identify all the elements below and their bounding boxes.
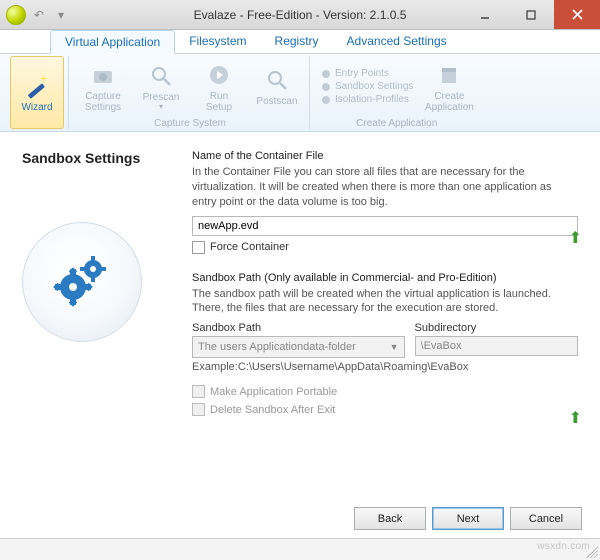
ribbon-create-application: Create Application xyxy=(421,56,477,117)
ribbon-run-setup: Run Setup xyxy=(191,56,247,117)
camera-gear-icon xyxy=(89,61,117,89)
ribbon-capture-settings: Capture Settings xyxy=(75,56,131,117)
magnifier-check-icon xyxy=(263,66,291,94)
sandbox-path-select: The users Applicationdata-folder ▼ xyxy=(192,336,405,358)
wand-icon xyxy=(23,72,51,100)
container-description: In the Container File you can store all … xyxy=(192,165,578,210)
play-icon xyxy=(205,61,233,89)
qat-dropdown-icon[interactable]: ▾ xyxy=(52,6,70,24)
tab-registry[interactable]: Registry xyxy=(261,30,333,53)
wizard-left-pane: Sandbox Settings xyxy=(22,150,192,492)
subdirectory-label: Subdirectory xyxy=(415,322,578,334)
wizard-page: Sandbox Settings Name of the Container F… xyxy=(0,132,600,502)
chevron-down-icon: ▾ xyxy=(159,103,163,112)
example-path: Example:C:\Users\Username\AppData\Roamin… xyxy=(192,361,578,373)
titlebar: ↶ ▾ Evalaze - Free-Edition - Version: 2.… xyxy=(0,0,600,30)
close-button[interactable] xyxy=(554,0,600,29)
app-icon xyxy=(6,5,26,25)
container-title: Name of the Container File xyxy=(192,150,578,162)
box-icon xyxy=(435,61,463,89)
ribbon: Wizard Capture Settings Prescan ▾ Run Se… xyxy=(0,54,600,132)
ribbon-group-create-app: Create Application xyxy=(356,117,437,129)
ribbon-sandbox-settings: Sandbox Settings xyxy=(322,81,413,92)
next-button[interactable]: Next xyxy=(432,507,504,530)
force-container-checkbox[interactable] xyxy=(192,241,205,254)
tab-filesystem[interactable]: Filesystem xyxy=(175,30,260,53)
move-up-icon[interactable]: ⬆ xyxy=(569,228,582,248)
cancel-button[interactable]: Cancel xyxy=(510,507,582,530)
ribbon-group-capture: Capture System xyxy=(154,117,226,129)
tab-advanced-settings[interactable]: Advanced Settings xyxy=(333,30,461,53)
sandbox-path-label: Sandbox Path xyxy=(192,322,405,334)
resize-grip[interactable] xyxy=(586,546,598,558)
wizard-buttons: Back Next Cancel xyxy=(354,507,582,530)
page-illustration xyxy=(22,222,142,342)
bullet-icon xyxy=(322,83,330,91)
subdirectory-input xyxy=(415,336,578,356)
bullet-icon xyxy=(322,96,330,104)
ribbon-tabs: Virtual Application Filesystem Registry … xyxy=(0,30,600,54)
page-heading: Sandbox Settings xyxy=(22,150,192,166)
ribbon-create-options: Entry Points Sandbox Settings Isolation-… xyxy=(316,56,419,117)
tab-virtual-application[interactable]: Virtual Application xyxy=(50,30,175,54)
quick-access-toolbar: ↶ ▾ xyxy=(0,5,70,25)
move-up-icon[interactable]: ⬆ xyxy=(569,408,582,428)
ribbon-isolation-profiles: Isolation-Profiles xyxy=(322,94,413,105)
ribbon-entry-points: Entry Points xyxy=(322,68,413,79)
ribbon-wizard[interactable]: Wizard xyxy=(10,56,64,129)
qat-undo-icon[interactable]: ↶ xyxy=(30,6,48,24)
ribbon-prescan: Prescan ▾ xyxy=(133,56,189,117)
chevron-down-icon: ▼ xyxy=(390,342,399,352)
status-bar xyxy=(0,538,600,560)
maximize-button[interactable] xyxy=(508,0,554,29)
watermark: wsxdn.com xyxy=(537,541,590,552)
gears-icon xyxy=(47,247,117,317)
make-portable-checkbox xyxy=(192,385,205,398)
magnifier-icon xyxy=(147,62,175,90)
minimize-button[interactable] xyxy=(462,0,508,29)
sandbox-description: The sandbox path will be created when th… xyxy=(192,287,578,317)
bullet-icon xyxy=(322,70,330,78)
make-portable-label: Make Application Portable xyxy=(210,386,337,398)
back-button[interactable]: Back xyxy=(354,507,426,530)
sandbox-title: Sandbox Path (Only available in Commerci… xyxy=(192,272,578,284)
wizard-form: Name of the Container File In the Contai… xyxy=(192,150,578,492)
delete-after-exit-checkbox xyxy=(192,403,205,416)
force-container-label: Force Container xyxy=(210,241,289,253)
window-controls xyxy=(462,0,600,29)
container-file-input[interactable] xyxy=(192,216,578,236)
ribbon-postscan: Postscan xyxy=(249,56,305,117)
delete-after-exit-label: Delete Sandbox After Exit xyxy=(210,404,335,416)
